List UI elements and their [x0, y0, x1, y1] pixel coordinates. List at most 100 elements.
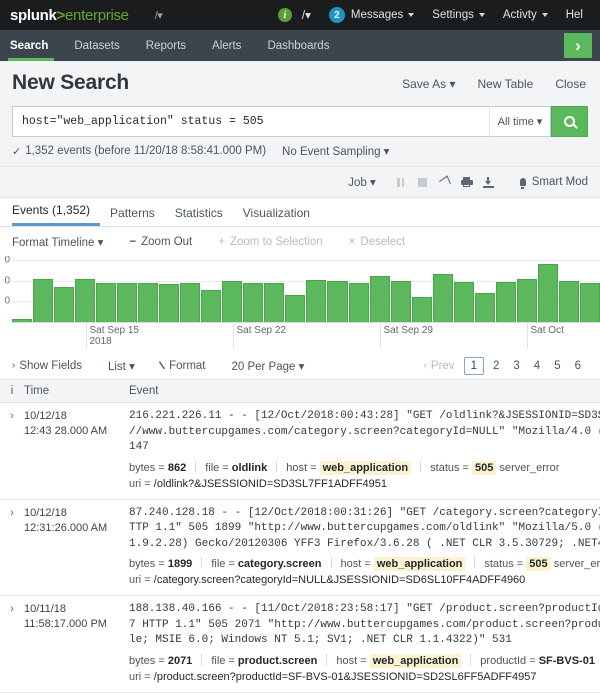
app-selector-menu[interactable]: /▾ [155, 9, 163, 22]
chart-bar[interactable] [264, 282, 285, 322]
chart-bar[interactable] [33, 278, 54, 322]
smart-mode-button[interactable]: Smart Mod [519, 176, 588, 189]
chart-bar[interactable] [306, 279, 327, 322]
search-input[interactable]: host="web_application" status = 505 [12, 106, 489, 137]
chart-bar[interactable] [390, 280, 411, 322]
event-field[interactable]: file = category.screen [211, 558, 321, 570]
help-menu[interactable]: Hel [557, 0, 592, 30]
field-value[interactable]: /product.screen?productId=SF-BVS-01&JSES… [154, 671, 537, 683]
event-field[interactable]: bytes = 2071 [129, 655, 192, 667]
event-field[interactable]: host = web_application [341, 557, 466, 571]
event-uri-field[interactable]: uri = /product.screen?productId=SF-BVS-0… [129, 669, 600, 685]
field-value[interactable]: 862 [168, 462, 186, 474]
column-header-time[interactable]: Time [24, 385, 129, 397]
expand-row-icon[interactable]: › [0, 409, 24, 492]
field-value[interactable]: web_application [373, 557, 466, 571]
chart-bar[interactable] [138, 282, 159, 322]
expand-row-icon[interactable]: › [0, 602, 24, 685]
share-icon[interactable] [434, 174, 456, 190]
event-timestamp[interactable]: 10/12/18 12:43 28.000 AM [24, 409, 129, 492]
chart-bar[interactable] [537, 264, 558, 322]
field-value[interactable]: 1899 [168, 558, 192, 570]
close-button[interactable]: Close [544, 77, 588, 91]
chart-bar[interactable] [285, 295, 306, 322]
splunk-logo[interactable]: splunk>enterprise [10, 7, 129, 24]
page-4-button[interactable]: 4 [527, 360, 547, 372]
event-timestamp[interactable]: 10/11/18 11:58:17.000 PM [24, 602, 129, 685]
event-timestamp[interactable]: 10/12/18 12:31:26.000 AM [24, 506, 129, 589]
zoom-out-button[interactable]: − Zoom Out [129, 236, 192, 248]
messages-menu[interactable]: 2 Messages [320, 0, 423, 30]
chart-bar[interactable] [75, 278, 96, 322]
app-tab-reports[interactable]: Reports [133, 30, 199, 61]
stop-icon[interactable] [412, 177, 434, 187]
search-submit-button[interactable] [551, 106, 588, 137]
event-field[interactable]: productId = SF-BVS-01 [480, 655, 595, 667]
prev-page-button[interactable]: ‹ Prev [417, 360, 462, 372]
chart-bar[interactable] [117, 282, 138, 322]
event-uri-field[interactable]: uri = /category.screen?categoryId=NULL&J… [129, 572, 600, 588]
chart-bar[interactable] [516, 278, 537, 322]
event-uri-field[interactable]: uri = /oldlink?&JSESSIONID=SD3SL7FF1ADFF… [129, 476, 600, 492]
per-page-menu[interactable]: 20 Per Page ▾ [231, 359, 304, 373]
secondary-menu-icon[interactable]: /▾ [302, 8, 311, 22]
chart-bar[interactable] [54, 286, 75, 322]
page-3-button[interactable]: 3 [506, 360, 526, 372]
field-value[interactable]: web_application [369, 653, 462, 668]
chart-bar[interactable] [159, 283, 180, 322]
chart-bar[interactable] [201, 289, 222, 322]
field-value[interactable]: SF-BVS-01 [539, 655, 595, 667]
app-tab-search[interactable]: Search [0, 30, 61, 61]
event-field[interactable]: bytes = 1899 [129, 558, 192, 570]
expand-row-icon[interactable]: › [0, 506, 24, 589]
show-fields-button[interactable]: › Show Fields [12, 360, 82, 372]
tab-statistics[interactable]: Statistics [165, 206, 233, 226]
field-value[interactable]: 505 [472, 460, 497, 475]
event-field[interactable]: status = 505 server_error [430, 460, 559, 475]
chart-bar[interactable] [579, 282, 600, 322]
tab-visualization[interactable]: Visualization [233, 206, 320, 226]
event-field[interactable]: host = web_application [336, 653, 462, 668]
page-5-button[interactable]: 5 [547, 360, 567, 372]
field-value[interactable]: oldlink [232, 462, 267, 474]
field-value[interactable]: 505 [526, 557, 551, 571]
print-icon[interactable] [456, 177, 478, 187]
app-tab-dashboards[interactable]: Dashboards [254, 30, 342, 61]
new-table-button[interactable]: New Table [467, 77, 545, 91]
event-field[interactable]: file = oldlink [205, 462, 267, 474]
app-tab-alerts[interactable]: Alerts [199, 30, 254, 61]
chart-bar[interactable] [96, 282, 117, 322]
page-1-button[interactable]: 1 [463, 356, 484, 375]
table-row[interactable]: › 10/12/18 12:31:26.000 AM 87.240.128.18 - … [0, 500, 600, 596]
format-timeline-menu[interactable]: Format Timeline ▾ [12, 235, 103, 249]
format-button[interactable]: / Format [157, 360, 205, 372]
info-indicator[interactable]: i /▾ [269, 0, 320, 30]
chart-bar[interactable] [411, 297, 432, 322]
tab-patterns[interactable]: Patterns [100, 206, 165, 226]
list-view-menu[interactable]: List ▾ [108, 359, 135, 373]
app-tab-datasets[interactable]: Datasets [61, 30, 132, 61]
tab-events[interactable]: Events (1,352) [12, 203, 101, 226]
time-range-picker[interactable]: All time ▾ [489, 106, 551, 137]
chart-bar[interactable] [348, 282, 369, 322]
chart-bar[interactable] [474, 293, 495, 322]
event-sampling-menu[interactable]: No Event Sampling ▾ [282, 144, 389, 158]
field-value[interactable]: /oldlink?&JSESSIONID=SD3SL7FF1ADFF4951 [154, 478, 387, 490]
field-value[interactable]: category.screen [238, 558, 322, 570]
field-value[interactable]: 2071 [168, 655, 192, 667]
chart-bar[interactable] [453, 281, 474, 322]
page-6-button[interactable]: 6 [568, 360, 588, 372]
chart-bar[interactable] [222, 280, 243, 322]
chart-bar[interactable] [243, 282, 264, 322]
activity-menu[interactable]: Activty [494, 0, 557, 30]
event-field[interactable]: status = 505 server_error [484, 557, 600, 571]
job-menu[interactable]: Job ▾ [348, 175, 376, 189]
chart-bar[interactable] [558, 280, 579, 322]
chart-bar[interactable] [180, 282, 201, 322]
pause-icon[interactable] [390, 177, 412, 187]
go-arrow-button[interactable]: › [564, 33, 592, 58]
settings-menu[interactable]: Settings [423, 0, 494, 30]
event-field[interactable]: host = web_application [286, 460, 412, 475]
chart-bar[interactable] [432, 274, 453, 322]
table-row[interactable]: › 10/11/18 11:58:17.000 PM 188.138.40.166 -… [0, 596, 600, 693]
